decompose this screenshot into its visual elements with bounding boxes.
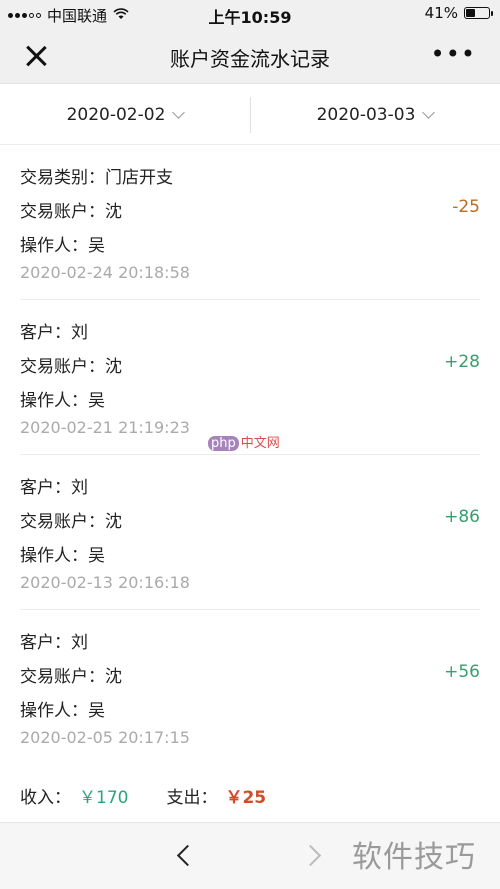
start-date-picker[interactable]: 2020-02-02 (0, 85, 250, 145)
end-date-value: 2020-03-03 (316, 105, 416, 125)
record-amount: +86 (444, 507, 480, 527)
income-label: 收入： (20, 788, 71, 808)
record-customer: 客户：刘 (20, 478, 88, 498)
record-timestamp: 2020-02-05 20:17:15 (20, 728, 190, 747)
page-title: 账户资金流水记录 (170, 47, 330, 71)
record-amount: +28 (444, 352, 480, 372)
transaction-list: 交易类别：门店开支 交易账户：沈 操作人：吴 2020-02-24 20:18:… (0, 145, 500, 765)
list-item[interactable]: 交易类别：门店开支 交易账户：沈 操作人：吴 2020-02-24 20:18:… (20, 145, 480, 300)
start-date-value: 2020-02-02 (66, 105, 166, 125)
back-arrow-icon[interactable] (172, 845, 194, 867)
expense-label: 支出： (166, 788, 218, 808)
record-timestamp: 2020-02-24 20:18:58 (20, 263, 190, 282)
status-right: 41% (424, 4, 493, 22)
record-amount: +56 (444, 662, 480, 682)
record-amount: -25 (452, 197, 480, 217)
watermark-logo-badge: php (208, 436, 239, 451)
navigation-bar: 账户资金流水记录 ••• (0, 28, 500, 84)
totals-summary: 收入： ￥170 支出： ￥25 (20, 783, 266, 808)
record-operator: 操作人：吴 (20, 546, 105, 566)
date-range-filter: 2020-02-02 2020-03-03 (0, 85, 500, 145)
record-account: 交易账户：沈 (20, 512, 122, 532)
chevron-down-icon (172, 105, 186, 119)
record-account: 交易账户：沈 (20, 202, 122, 222)
income-total: ￥170 (79, 788, 129, 808)
more-options-icon[interactable]: ••• (431, 42, 476, 66)
battery-percent: 41% (424, 4, 458, 22)
record-timestamp: 2020-02-21 21:19:23 (20, 418, 190, 437)
list-item[interactable]: 客户：刘 交易账户：沈 操作人：吴 2020-02-13 20:16:18 +8… (20, 455, 480, 610)
battery-icon (464, 7, 493, 19)
record-operator: 操作人：吴 (20, 701, 105, 721)
expense-total: ￥25 (225, 788, 267, 808)
forward-arrow-icon[interactable] (303, 845, 325, 867)
list-item[interactable]: 客户：刘 交易账户：沈 操作人：吴 2020-02-05 20:17:15 +5… (20, 610, 480, 765)
record-account: 交易账户：沈 (20, 357, 122, 377)
end-date-picker[interactable]: 2020-03-03 (250, 85, 500, 145)
battery-level-fill (466, 9, 475, 17)
record-timestamp: 2020-02-13 20:16:18 (20, 573, 190, 592)
record-account: 交易账户：沈 (20, 667, 122, 687)
record-operator: 操作人：吴 (20, 236, 105, 256)
status-bar: 中国联通 上午10:59 41% (0, 0, 500, 28)
record-category: 交易类别：门店开支 (20, 168, 173, 188)
record-operator: 操作人：吴 (20, 391, 105, 411)
record-customer: 客户：刘 (20, 633, 88, 653)
chevron-down-icon (422, 105, 436, 119)
watermark-logo-text: 中文网 (240, 436, 280, 451)
record-customer: 客户：刘 (20, 323, 88, 343)
watermark-logo: php 中文网 (208, 432, 280, 451)
watermark-corner: 软件技巧 (352, 840, 476, 875)
